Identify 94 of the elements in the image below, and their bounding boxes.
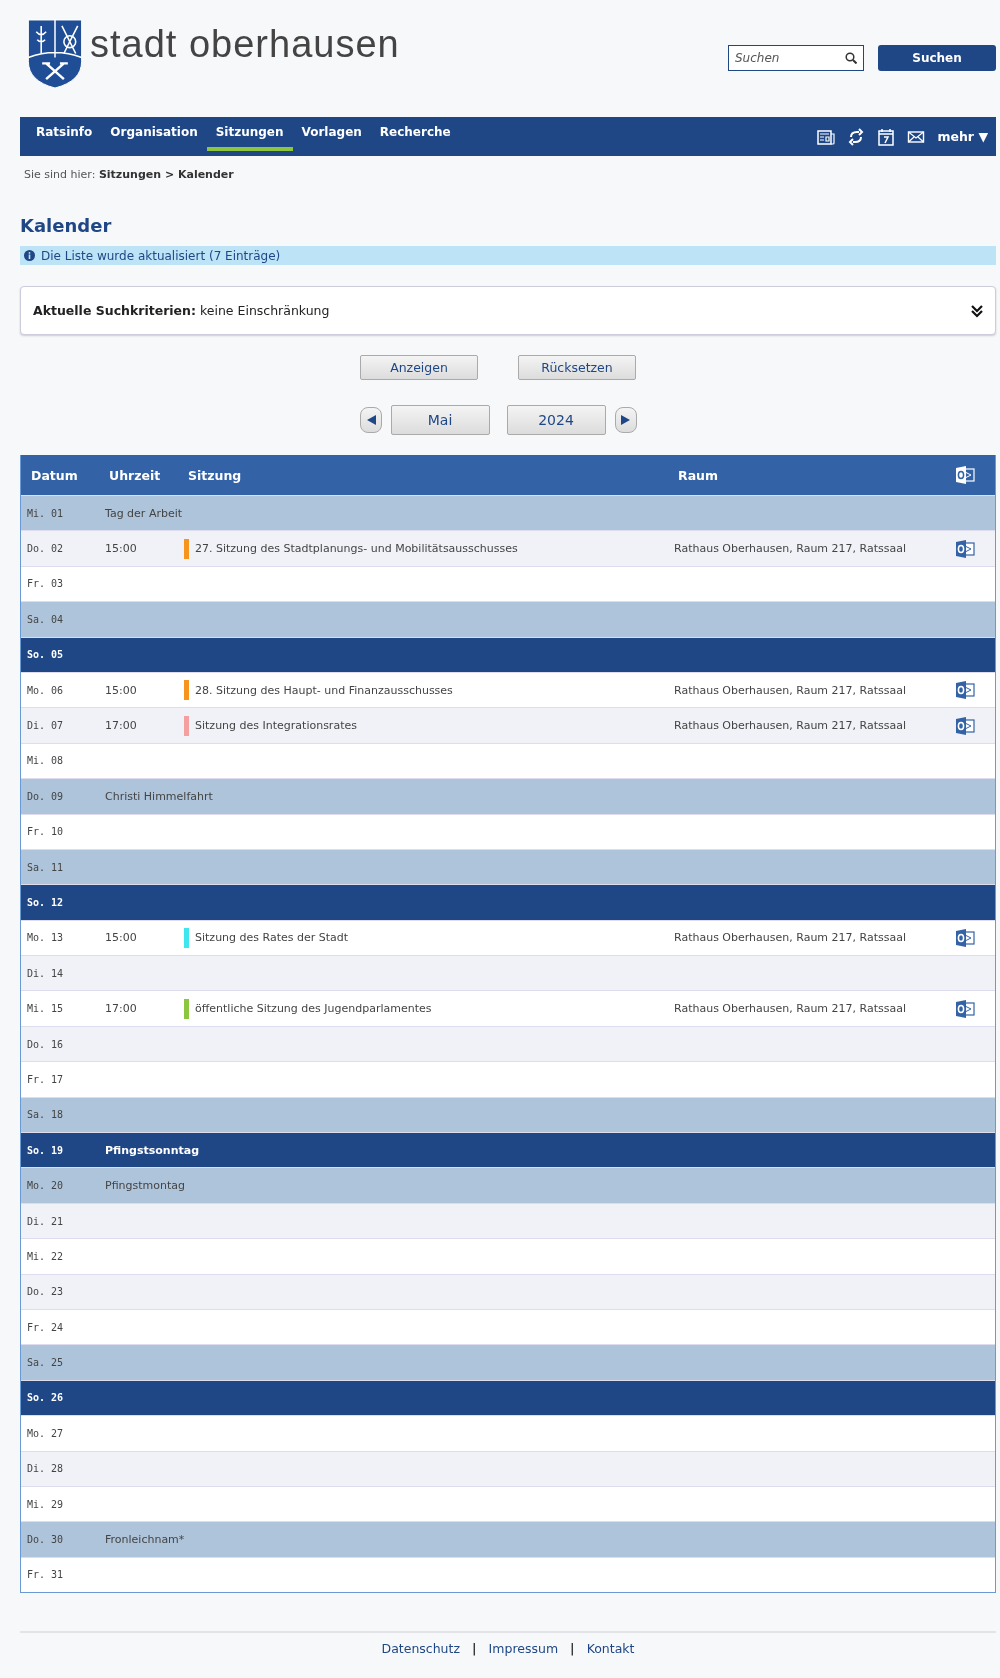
date-cell-text: So. 12 [27,897,65,908]
meeting-link[interactable]: öffentliche Sitzung des Jugendparlamentes [195,1002,432,1016]
holiday-name: Christi Himmelfahrt [105,789,214,803]
date-cell-text: So. 26 [27,1392,65,1404]
room-cell-text: Rathaus Oberhausen, Raum 217, Ratssaal [674,683,908,697]
expand-icon[interactable] [971,303,983,318]
breadcrumb-path[interactable]: Sitzungen > Kalender [98,168,234,181]
date-cell-text: Fr. 17 [27,1073,65,1085]
meeting-link[interactable]: 28. Sitzung des Haupt- und Finanzausschusses [195,683,453,697]
more-menu[interactable]: mehr ▼ [937,129,988,144]
date-cell-text: Mo. 20 [27,1180,65,1192]
calendar-export-icon[interactable] [955,538,975,559]
holiday-name: Pfingstmontag [105,1179,186,1193]
right-arrow-icon [619,414,632,426]
date-cell-text: Mo. 27 [27,1427,65,1439]
nav-tab[interactable]: Recherche [370,117,460,151]
next-button[interactable] [614,407,637,433]
calendar-export-icon[interactable] [955,715,975,736]
date-cell-text: Di. 21 [27,1215,65,1227]
column-header: Uhrzeit [109,467,162,483]
date-cell-text: Di. 07 [27,720,65,732]
date-cell-text: Mi. 08 [27,755,65,767]
date-cell-text: Fr. 31 [27,1569,65,1581]
date-cell-text: Sa. 04 [27,613,65,625]
nav-tab[interactable]: Sitzungen [206,117,293,151]
date-cell-text: Mi. 01 [27,507,65,519]
search-icon [845,52,857,64]
date-cell-text: Do. 02 [27,543,65,555]
footer-separator: | [472,1641,477,1657]
calendar-icon[interactable] [877,127,896,146]
footer-link[interactable]: Impressum [488,1641,559,1657]
date-cell-text: Di. 28 [27,1463,65,1475]
footer-link[interactable]: Kontakt [586,1641,635,1657]
column-header: Sitzung [188,467,243,483]
holiday-name: Pfingstsonntag [105,1143,201,1157]
date-cell-text: Do. 16 [27,1038,65,1050]
date-cell-text: Sa. 18 [27,1109,65,1121]
search-field[interactable]: Suchen [728,45,864,71]
room-cell-text: Rathaus Oberhausen, Raum 217, Ratssaal [674,719,908,733]
time-cell-text: 15:00 [105,683,138,697]
refresh-icon[interactable] [847,127,866,146]
holiday-name: Fronleichnam* [105,1533,186,1546]
nav-tab[interactable]: Ratsinfo [27,117,102,151]
date-cell-text: So. 19 [27,1144,65,1156]
column-header: Raum [678,467,719,483]
calendar-export-icon[interactable] [955,998,975,1019]
date-cell-text: Mi. 15 [27,1003,65,1015]
time-cell-text: 15:00 [105,542,138,556]
date-cell-text: Do. 09 [27,790,65,802]
action-button[interactable]: Rücksetzen [518,355,636,380]
newspaper-icon[interactable] [817,127,836,146]
date-cell-text: Mo. 13 [27,932,65,944]
previous-button[interactable] [359,407,382,433]
nav-tab[interactable]: Organisation [101,117,207,151]
site-logo-text: stadt oberhausen [90,22,400,66]
search-button[interactable]: Suchen [878,45,996,71]
footer-link[interactable]: Datenschutz [381,1641,460,1657]
time-cell-text: 17:00 [105,1002,138,1016]
date-cell-text: Mo. 06 [27,684,65,696]
room-cell-text: Rathaus Oberhausen, Raum 217, Ratssaal [674,542,908,556]
calendar-export-icon[interactable] [955,927,975,948]
calendar-export-icon[interactable] [955,465,975,485]
coat-of-arms-icon [26,18,84,90]
date-cell-text: Fr. 10 [27,826,65,838]
month-button[interactable]: Mai [390,405,490,435]
date-cell-text: Mi. 29 [27,1498,65,1510]
room-cell-text: Rathaus Oberhausen, Raum 217, Ratssaal [674,931,908,945]
holiday-name: Tag der Arbeit [105,506,184,520]
breadcrumb-label: Sie sind hier: [24,168,97,181]
date-cell-text: Di. 14 [27,967,65,979]
date-cell-text: So. 05 [27,649,65,661]
search-criteria-text: Aktuelle Suchkriterien: keine Einschränkung [33,303,330,318]
info-icon [24,250,35,261]
room-cell-text: Rathaus Oberhausen, Raum 217, Ratssaal [674,1002,908,1016]
date-cell-text: Do. 23 [27,1286,65,1298]
calendar-export-icon[interactable] [955,680,975,701]
time-cell-text: 17:00 [105,719,138,733]
date-cell-text: Sa. 11 [27,861,65,873]
column-header: Datum [31,467,79,483]
meeting-link[interactable]: Sitzung des Integrationsrates [195,719,357,733]
notice-text: Die Liste wurde aktualisiert (7 Einträge) [41,248,281,263]
page-title: Kalender [20,215,113,236]
date-cell-text: Fr. 03 [27,578,65,590]
date-cell-text: Fr. 24 [27,1321,65,1333]
date-cell-text: Sa. 25 [27,1357,65,1369]
year-button[interactable]: 2024 [506,405,606,435]
date-cell-text: Do. 30 [27,1534,65,1545]
meeting-link[interactable]: Sitzung des Rates der Stadt [195,931,349,945]
time-cell-text: 15:00 [105,931,138,945]
action-button[interactable]: Anzeigen [360,355,478,380]
date-cell-text: Mi. 22 [27,1250,65,1262]
meeting-link[interactable]: 27. Sitzung des Stadtplanungs- und Mobilitätsausschusses [195,542,518,556]
nav-tab[interactable]: Vorlagen [292,117,371,151]
footer-separator: | [570,1641,575,1657]
